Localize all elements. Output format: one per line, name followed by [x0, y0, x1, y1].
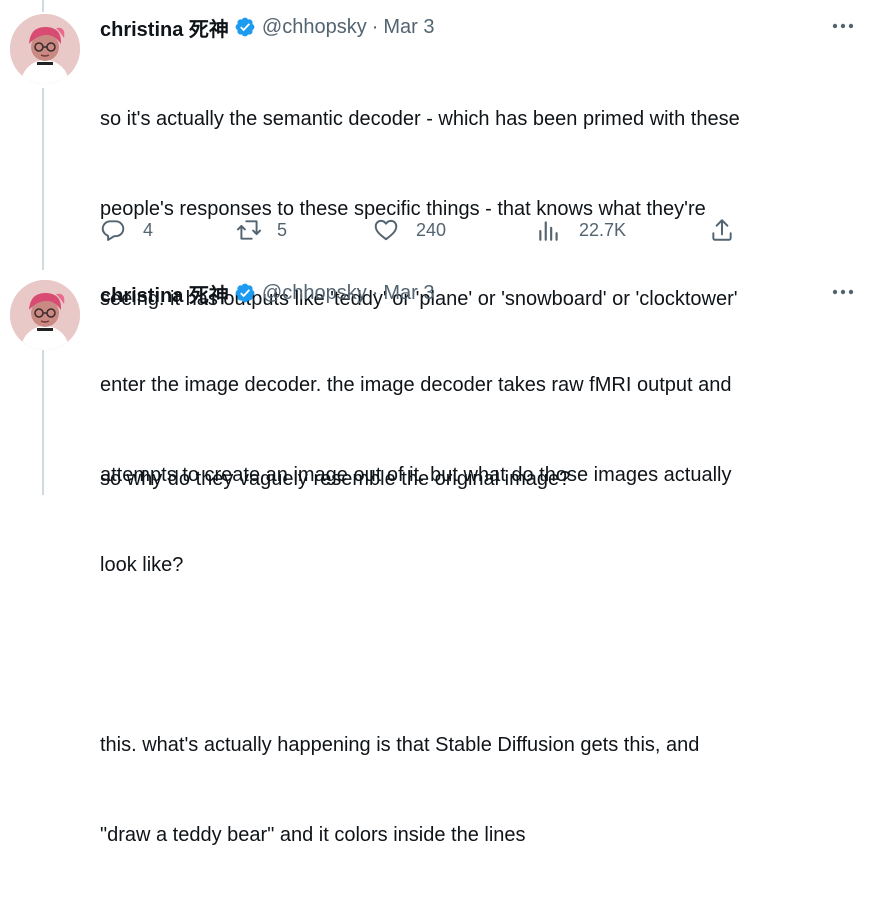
reply-button[interactable]: 4 [100, 215, 153, 245]
tweet-header: christina 死神 @chhopsky · Mar 3 [100, 12, 857, 42]
tweet-text-line: this. what's actually happening is that … [100, 734, 700, 756]
verified-badge-icon[interactable] [234, 282, 256, 304]
avatar-illustration [10, 14, 80, 84]
like-button[interactable]: 240 [373, 215, 446, 245]
more-button[interactable] [829, 14, 857, 38]
tweet-date[interactable]: Mar 3 [383, 16, 434, 39]
heart-icon [374, 219, 398, 241]
tweet[interactable]: christina 死神 @chhopsky · Mar 3 enter the… [0, 278, 877, 846]
tweet-text-line [100, 640, 857, 670]
retweet-button[interactable]: 5 [236, 215, 287, 245]
author-name[interactable]: christina 死神 [100, 279, 229, 308]
author-name[interactable]: christina 死神 [100, 13, 229, 42]
tweet-body: christina 死神 @chhopsky · Mar 3 enter the… [100, 278, 857, 910]
avatar-illustration [10, 280, 80, 350]
tweet[interactable]: christina 死神 @chhopsky · Mar 3 so it's a… [0, 12, 877, 490]
views-count: 22.7K [579, 219, 627, 240]
reply-count: 4 [143, 219, 154, 240]
share-icon [712, 219, 732, 241]
tweet-text-line: look like? [100, 554, 184, 576]
reply-icon [101, 220, 125, 241]
thread-line-top [42, 0, 44, 12]
avatar[interactable] [10, 280, 80, 350]
tweet-actions: 4 5 240 22.7K [100, 215, 740, 245]
tweet-text-line: "draw a teddy bear" and it colors inside… [100, 824, 526, 846]
tweet-date[interactable]: Mar 3 [383, 282, 434, 305]
like-count: 240 [416, 219, 447, 240]
author-handle[interactable]: @chhopsky [262, 16, 367, 39]
separator-dot: · [371, 281, 379, 304]
tweet-text: enter the image decoder. the image decod… [100, 310, 857, 910]
views-button[interactable]: 22.7K [536, 215, 626, 245]
tweet-text-line: enter the image decoder. the image decod… [100, 374, 732, 396]
retweet-count: 5 [277, 219, 288, 240]
author-handle[interactable]: @chhopsky [262, 282, 367, 305]
more-button[interactable] [829, 280, 857, 304]
tweet-text-line: attempts to create an image out of it. b… [100, 464, 732, 486]
views-bar-chart-icon [539, 221, 558, 241]
tweet-header: christina 死神 @chhopsky · Mar 3 [100, 278, 857, 308]
separator-dot: · [371, 15, 379, 38]
more-dots-icon [832, 289, 854, 295]
retweet-icon [236, 220, 262, 240]
tweet-text-line: so it's actually the semantic decoder - … [100, 108, 740, 130]
more-dots-icon [832, 23, 854, 29]
avatar[interactable] [10, 14, 80, 84]
share-button[interactable] [709, 215, 735, 245]
verified-badge-icon[interactable] [234, 16, 256, 38]
